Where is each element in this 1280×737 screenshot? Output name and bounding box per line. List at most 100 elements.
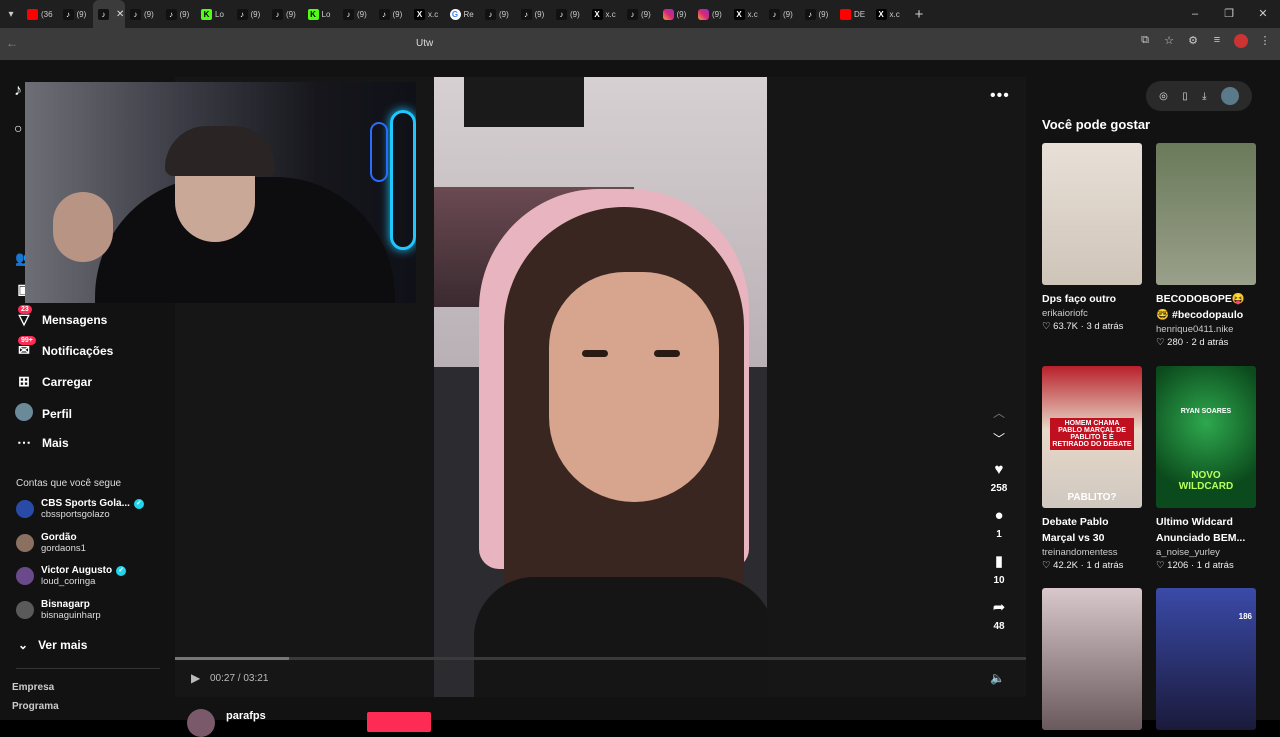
- video-person-face: [549, 272, 719, 502]
- browser-tab[interactable]: K Lo: [196, 0, 232, 28]
- browser-tab[interactable]: G Re: [445, 0, 481, 28]
- tiktok-logo-icon[interactable]: ♪: [14, 82, 22, 100]
- cast-icon[interactable]: ⧉: [1138, 34, 1152, 48]
- browser-tab[interactable]: (9): [693, 0, 729, 28]
- profile-avatar[interactable]: [1234, 34, 1248, 48]
- comment-button[interactable]: ● 1: [982, 507, 1016, 540]
- recommended-video-card[interactable]: BECODOBOPE😝 🤓 #becodopaulo #au...henriqu…: [1156, 143, 1256, 348]
- tab-label: (9): [818, 9, 829, 19]
- close-tab-icon[interactable]: ✕: [116, 9, 124, 20]
- video-thumbnail[interactable]: [1042, 143, 1142, 285]
- browser-tab[interactable]: Xx.c: [871, 0, 907, 28]
- sidebar-item-carregar[interactable]: ⊞ Carregar: [14, 373, 92, 390]
- menu-icon[interactable]: ⋮: [1258, 34, 1272, 48]
- followed-account[interactable]: CBS Sports Gola... ✓ cbssportsgolazo: [16, 498, 144, 520]
- sidebar-item-notificações[interactable]: ✉ 99+ Notificações: [14, 336, 113, 359]
- previous-video-icon[interactable]: ︿: [990, 404, 1008, 421]
- card-title[interactable]: Dps faço outro: [1042, 291, 1142, 307]
- recommended-video-card[interactable]: RYAN SOARES NOVO WILDCARD Ultimo Widcard A…: [1156, 366, 1256, 571]
- account-name: CBS Sports Gola... ✓: [41, 498, 144, 509]
- save-button[interactable]: ▮ 10: [982, 553, 1016, 586]
- like-button[interactable]: ♥ 258: [982, 461, 1016, 494]
- video-player[interactable]: [434, 77, 767, 697]
- download-icon[interactable]: ⤓: [1202, 91, 1206, 102]
- card-title[interactable]: Debate Pablo Marçal vs 30 pobres...: [1042, 514, 1142, 546]
- browser-tab[interactable]: ♪ (9): [232, 0, 268, 28]
- browser-tab[interactable]: ♪ (9): [516, 0, 552, 28]
- followed-account[interactable]: Gordão gordaons1: [16, 532, 86, 554]
- video-thumbnail[interactable]: RYAN SOARES NOVO WILDCARD: [1156, 366, 1256, 508]
- footer-link-program[interactable]: Programa: [12, 701, 59, 712]
- browser-tab[interactable]: ♪ (9): [161, 0, 197, 28]
- volume-icon[interactable]: 🔈: [990, 671, 1005, 685]
- follow-button[interactable]: [367, 712, 431, 732]
- author-avatar[interactable]: [187, 709, 215, 737]
- card-title[interactable]: Ultimo Widcard Anunciado BEM...: [1156, 514, 1256, 546]
- browser-tab[interactable]: ♪ (9): [764, 0, 800, 28]
- browser-tab[interactable]: (9): [658, 0, 694, 28]
- browser-tab[interactable]: ♪ (9): [374, 0, 410, 28]
- restore-icon[interactable]: ❐: [1212, 0, 1246, 28]
- sidebar-item-perfil[interactable]: Perfil: [14, 403, 72, 424]
- tab-label: (9): [392, 9, 403, 19]
- footer-link-company[interactable]: Empresa: [12, 682, 54, 693]
- see-more-button[interactable]: ⌄ Ver mais: [18, 638, 87, 652]
- video-thumbnail[interactable]: HOMEM CHAMA PABLO MARÇAL DE PABLITO E É …: [1042, 366, 1142, 508]
- next-video-icon[interactable]: ﹀: [990, 430, 1008, 447]
- address-bar[interactable]: Utw: [408, 33, 1108, 55]
- browser-tab[interactable]: K Lo: [303, 0, 339, 28]
- bookmark-icon: ▮: [994, 553, 1004, 570]
- browser-tab[interactable]: ♪ (9): [551, 0, 587, 28]
- video-thumbnail[interactable]: [1042, 588, 1142, 730]
- browser-tab[interactable]: ♪ (9): [58, 0, 94, 28]
- share-button[interactable]: ➦ 48: [982, 599, 1016, 632]
- browser-tab[interactable]: (36: [22, 0, 58, 28]
- browser-tab[interactable]: Xx.c: [587, 0, 623, 28]
- browser-tab[interactable]: ♪ (9): [622, 0, 658, 28]
- recommended-video-card[interactable]: Dps faço outro erikaioriofc ♡ 63.7K · 3 d …: [1042, 143, 1142, 332]
- browser-tab[interactable]: ♪ (9): [267, 0, 303, 28]
- card-username[interactable]: erikaioriofc: [1042, 308, 1142, 319]
- recommended-video-card[interactable]: 186: [1156, 588, 1256, 730]
- media-icon[interactable]: ≡: [1210, 34, 1224, 48]
- minimize-icon[interactable]: –: [1178, 0, 1212, 28]
- search-icon[interactable]: ○: [14, 120, 22, 136]
- followed-account[interactable]: Victor Augusto ✓ loud_coringa: [16, 565, 127, 587]
- tab-search-dropdown[interactable]: ▾: [0, 0, 22, 28]
- browser-tab[interactable]: Xx.c: [409, 0, 445, 28]
- video-progress-bar[interactable]: [175, 657, 1026, 660]
- card-username[interactable]: a_noise_yurley: [1156, 547, 1256, 558]
- recommended-video-card[interactable]: [1042, 588, 1142, 730]
- extensions-icon[interactable]: ⚙: [1186, 34, 1200, 48]
- video-thumbnail[interactable]: 186: [1156, 588, 1256, 730]
- author-name[interactable]: parafps: [226, 710, 266, 722]
- browser-tab[interactable]: ♪ (9): [125, 0, 161, 28]
- card-username[interactable]: treinandomentess: [1042, 547, 1142, 558]
- card-username[interactable]: henrique0411.nike: [1156, 324, 1256, 335]
- browser-tab[interactable]: ♪ (9): [338, 0, 374, 28]
- new-tab-button[interactable]: +: [908, 6, 930, 23]
- followed-account[interactable]: Bisnagarp bisnaguinharp: [16, 599, 101, 621]
- back-icon[interactable]: ←: [6, 36, 18, 50]
- card-title[interactable]: BECODOBOPE😝 🤓 #becodopaulo #au...: [1156, 291, 1256, 323]
- user-avatar[interactable]: [1220, 87, 1239, 105]
- video-thumbnail[interactable]: [1156, 143, 1256, 285]
- tiktok-icon: ♪: [343, 8, 354, 20]
- browser-tab[interactable]: ♪ ✕: [93, 0, 125, 28]
- more-options-icon[interactable]: •••: [990, 87, 1010, 105]
- close-window-icon[interactable]: ✕: [1246, 0, 1280, 28]
- sidebar-item-mensagens[interactable]: ▽ 23 Mensagens: [14, 305, 107, 328]
- coins-icon[interactable]: ◎: [1159, 91, 1168, 102]
- play-icon[interactable]: ▶: [191, 671, 200, 685]
- browser-tab[interactable]: Xx.c: [729, 0, 765, 28]
- device-icon[interactable]: ▯: [1182, 91, 1188, 102]
- sidebar-item-mais[interactable]: ⋯ Mais: [14, 434, 69, 451]
- heart-outline-icon: ♡: [1156, 337, 1168, 348]
- browser-tab[interactable]: DE: [835, 0, 871, 28]
- browser-tab[interactable]: ♪ (9): [480, 0, 516, 28]
- tiktok-icon: ♪: [62, 8, 74, 20]
- recommended-video-card[interactable]: HOMEM CHAMA PABLO MARÇAL DE PABLITO E É …: [1042, 366, 1142, 571]
- bookmark-star-icon[interactable]: ☆: [1162, 34, 1176, 48]
- browser-tab[interactable]: ♪ (9): [800, 0, 836, 28]
- notification-badge: 99+: [18, 336, 36, 345]
